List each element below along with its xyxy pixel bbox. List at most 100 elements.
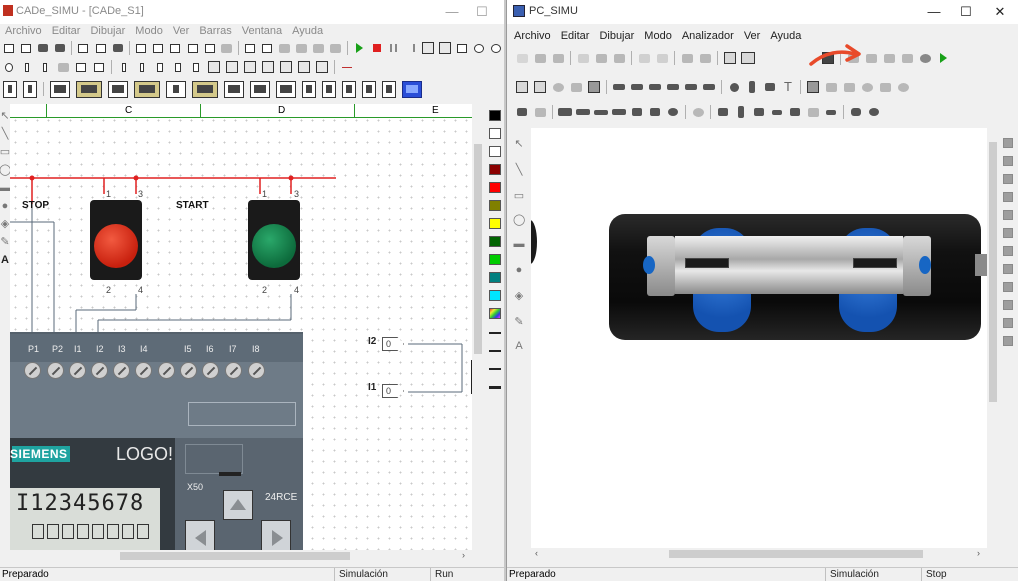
grid-pattern-icon[interactable] bbox=[297, 61, 311, 74]
pc-menu-modo[interactable]: Modo bbox=[639, 29, 677, 43]
t-junction-icon[interactable] bbox=[189, 61, 203, 74]
pc-pneu-18-icon[interactable] bbox=[849, 106, 863, 119]
menu-barras[interactable]: Barras bbox=[194, 24, 236, 38]
pc-scroll-left-arrow-icon[interactable]: ‹ bbox=[535, 548, 538, 558]
multi-pattern-icon[interactable] bbox=[315, 61, 329, 74]
line-width-2[interactable] bbox=[489, 350, 501, 352]
pc-pneu-12-icon[interactable] bbox=[734, 106, 748, 119]
copy-icon[interactable] bbox=[94, 42, 107, 55]
line-tool-icon[interactable] bbox=[340, 61, 354, 74]
new-file-icon[interactable] bbox=[2, 42, 15, 55]
cade-vertical-scrollbar[interactable] bbox=[472, 104, 484, 550]
contact-nc-icon[interactable] bbox=[38, 61, 52, 74]
pc-image-icon[interactable] bbox=[842, 81, 856, 94]
menu-ayuda[interactable]: Ayuda bbox=[287, 24, 328, 38]
pc-menu-archivo[interactable]: Archivo bbox=[509, 29, 556, 43]
pan-icon[interactable] bbox=[203, 42, 216, 55]
pc-pen-icon[interactable]: ✎ bbox=[513, 316, 525, 328]
print-icon[interactable] bbox=[53, 42, 66, 55]
menu-archivo[interactable]: Archivo bbox=[0, 24, 47, 38]
bus-icon[interactable] bbox=[207, 61, 221, 74]
plc-small-3-icon[interactable] bbox=[342, 80, 356, 98]
zoom-out-icon[interactable] bbox=[152, 42, 165, 55]
pc-palette-btn-9[interactable] bbox=[1003, 282, 1013, 292]
pc-fill-bucket-icon[interactable]: ◈ bbox=[513, 290, 525, 302]
plc-terminal-3-icon[interactable] bbox=[276, 80, 296, 98]
color-swatch-dark-green[interactable] bbox=[489, 236, 501, 247]
color-swatch-yellow[interactable] bbox=[489, 218, 501, 229]
plc-expansion-icon[interactable] bbox=[108, 80, 128, 98]
pc-simu-close-button[interactable]: ✕ bbox=[985, 3, 1015, 21]
contact-no-icon[interactable] bbox=[20, 61, 34, 74]
line-width-4[interactable] bbox=[489, 386, 501, 389]
pc-ellipse-draw-icon[interactable]: ◯ bbox=[513, 214, 525, 226]
paste-icon[interactable] bbox=[111, 42, 124, 55]
pc-arrow-icon[interactable] bbox=[824, 81, 838, 94]
cade-hscroll-thumb[interactable] bbox=[120, 552, 350, 560]
pin-icon[interactable] bbox=[2, 61, 16, 74]
pc-horizontal-scrollbar[interactable]: ‹ › bbox=[531, 548, 987, 560]
pc-copy-icon[interactable] bbox=[594, 52, 608, 65]
menu-dibujar[interactable]: Dibujar bbox=[85, 24, 130, 38]
simulate-pause-icon[interactable] bbox=[387, 42, 400, 55]
pc-run-icon[interactable] bbox=[936, 52, 950, 65]
pc-palette-btn-12[interactable] bbox=[1003, 336, 1013, 346]
module-icon[interactable] bbox=[261, 61, 275, 74]
pc-palette-btn-3[interactable] bbox=[1003, 174, 1013, 184]
plc-terminal-2-icon[interactable] bbox=[250, 80, 270, 98]
help-icon[interactable] bbox=[489, 42, 502, 55]
pc-undo-icon[interactable] bbox=[637, 52, 651, 65]
pc-infinity-icon[interactable] bbox=[918, 52, 932, 65]
pc-ungroup-icon[interactable] bbox=[698, 52, 712, 65]
pc-pneu-6-icon[interactable] bbox=[612, 106, 626, 119]
cade-horizontal-scrollbar[interactable]: › bbox=[10, 550, 472, 562]
pc-bar-5-icon[interactable] bbox=[702, 81, 716, 94]
pc-text-tool-icon[interactable]: A bbox=[513, 340, 525, 352]
plc-small-4-icon[interactable] bbox=[362, 80, 376, 98]
line-width-3[interactable] bbox=[489, 368, 501, 370]
coil-icon[interactable] bbox=[92, 61, 106, 74]
start-pushbutton[interactable] bbox=[248, 200, 300, 280]
pc-cut-icon[interactable] bbox=[576, 52, 590, 65]
pc-cylinder-icon[interactable] bbox=[612, 81, 626, 94]
distribute-icon[interactable] bbox=[329, 42, 342, 55]
color-swatch-olive[interactable] bbox=[489, 200, 501, 211]
pc-pneu-1-icon[interactable] bbox=[515, 106, 529, 119]
pc-pneu-2-icon[interactable] bbox=[533, 106, 547, 119]
pc-tank-icon[interactable] bbox=[533, 81, 547, 94]
pc-bar-2-icon[interactable] bbox=[648, 81, 662, 94]
switch-icon[interactable] bbox=[117, 61, 131, 74]
maximize-button[interactable]: ☐ bbox=[467, 3, 497, 21]
minimize-button[interactable]: — bbox=[437, 3, 467, 21]
menu-ver[interactable]: Ver bbox=[168, 24, 195, 38]
color-swatch-cyan[interactable] bbox=[489, 290, 501, 301]
scroll-right-arrow-icon[interactable]: › bbox=[462, 550, 465, 560]
color-swatch-dark-red[interactable] bbox=[489, 164, 501, 175]
pc-save-icon[interactable] bbox=[551, 52, 565, 65]
pc-hscroll-thumb[interactable] bbox=[669, 550, 923, 558]
pc-text-icon[interactable]: T bbox=[781, 80, 795, 94]
pc-pneu-8-icon[interactable] bbox=[648, 106, 662, 119]
pc-pneu-14-icon[interactable] bbox=[770, 106, 784, 119]
pc-redo-icon[interactable] bbox=[655, 52, 669, 65]
open-file-icon[interactable] bbox=[19, 42, 32, 55]
rotate-icon[interactable] bbox=[295, 42, 308, 55]
zoom-in-icon[interactable] bbox=[135, 42, 148, 55]
pc-bar-1-icon[interactable] bbox=[630, 81, 644, 94]
plc-right-key[interactable] bbox=[261, 520, 291, 550]
pc-pneu-15-icon[interactable] bbox=[788, 106, 802, 119]
menu-modo[interactable]: Modo bbox=[130, 24, 168, 38]
pc-simu-maximize-button[interactable]: ☐ bbox=[951, 3, 981, 21]
save-icon[interactable] bbox=[36, 42, 49, 55]
pc-palette-btn-2[interactable] bbox=[1003, 156, 1013, 166]
pc-gear-icon[interactable] bbox=[896, 81, 910, 94]
pc-shape-3-icon[interactable] bbox=[882, 52, 896, 65]
plc-output-icon[interactable] bbox=[23, 80, 37, 98]
plc-relay-module-icon[interactable] bbox=[166, 80, 186, 98]
plc-up-key[interactable] bbox=[223, 490, 253, 520]
plc-terminal-icon[interactable] bbox=[224, 80, 244, 98]
search-icon[interactable] bbox=[472, 42, 485, 55]
pc-pneu-4-icon[interactable] bbox=[576, 106, 590, 119]
pc-shape-4-icon[interactable] bbox=[900, 52, 914, 65]
color-swatch-red[interactable] bbox=[489, 182, 501, 193]
